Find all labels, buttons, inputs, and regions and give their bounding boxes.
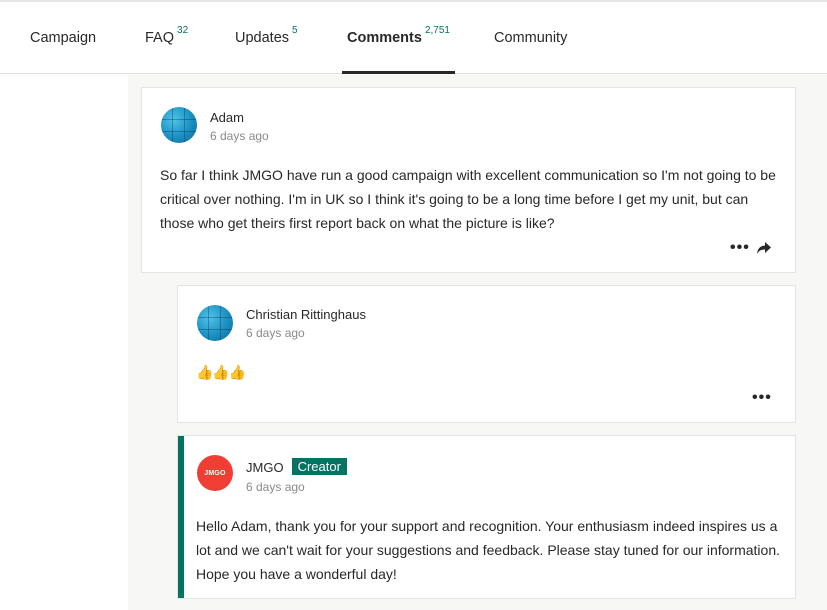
comment-author[interactable]: Adam xyxy=(210,110,244,125)
reply-timestamp: 6 days ago xyxy=(246,326,305,340)
tab-updates[interactable]: Updates 5 xyxy=(235,2,298,74)
creator-highlight-bar xyxy=(178,436,184,598)
creator-reply-text: Hello Adam, thank you for your support a… xyxy=(196,518,781,582)
tab-community-label: Community xyxy=(494,30,568,46)
more-options-icon[interactable]: ••• xyxy=(730,240,750,256)
reply-text: 👍👍👍 xyxy=(196,364,246,380)
campaign-tabs: Campaign FAQ 32 Updates 5 Comments 2,751… xyxy=(0,2,827,74)
creator-badge: Creator xyxy=(291,458,347,475)
creator-avatar-logo: JMGO xyxy=(204,469,226,477)
tab-faq-label: FAQ xyxy=(145,30,175,46)
more-options-icon[interactable]: ••• xyxy=(752,390,772,406)
creator-author-line: JMGO Creator xyxy=(246,458,347,475)
creator-reply-timestamp: 6 days ago xyxy=(246,480,305,494)
comment-text: So far I think JMGO have run a good camp… xyxy=(160,167,776,231)
tab-comments[interactable]: Comments 2,751 xyxy=(342,2,455,74)
tab-faq[interactable]: FAQ 32 xyxy=(145,2,188,74)
comment-timestamp: 6 days ago xyxy=(210,129,269,143)
reply-author[interactable]: Christian Rittinghaus xyxy=(246,307,366,322)
tab-community[interactable]: Community xyxy=(494,2,567,74)
creator-reply-card: JMGO JMGO Creator 6 days ago Hello Adam, … xyxy=(177,435,796,599)
creator-avatar[interactable]: JMGO xyxy=(197,455,233,491)
tab-faq-count: 32 xyxy=(177,24,189,36)
comment-card: Adam 6 days ago So far I think JMGO have… xyxy=(141,87,796,273)
reply-card: Christian Rittinghaus 6 days ago 👍👍👍 ••• xyxy=(177,285,796,423)
tab-updates-label: Updates xyxy=(235,30,290,46)
tab-comments-count: 2,751 xyxy=(424,24,450,36)
left-margin xyxy=(0,75,128,610)
avatar[interactable] xyxy=(161,107,197,143)
share-icon[interactable] xyxy=(756,241,772,255)
tab-updates-count: 5 xyxy=(292,24,298,36)
tab-campaign[interactable]: Campaign xyxy=(30,2,96,74)
tab-campaign-label: Campaign xyxy=(30,30,97,46)
avatar[interactable] xyxy=(197,305,233,341)
tab-comments-label: Comments xyxy=(347,30,422,46)
creator-author[interactable]: JMGO xyxy=(246,460,284,475)
